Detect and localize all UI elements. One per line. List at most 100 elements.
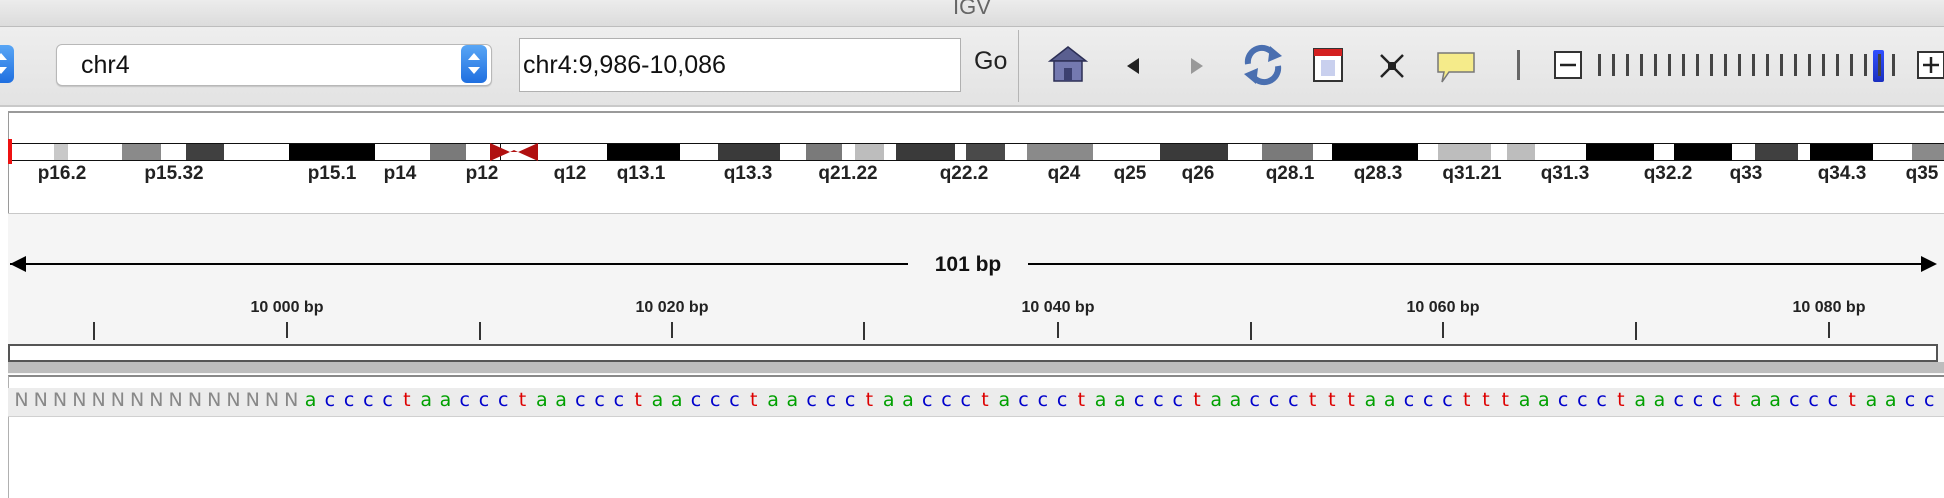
sequence-base: c — [844, 389, 856, 411]
sequence-base: a — [535, 389, 548, 411]
sequence-base: N — [149, 389, 164, 411]
zoom-tick — [1766, 54, 1769, 76]
resize-to-window-icon[interactable] — [1378, 52, 1406, 80]
cytoband-label: q21.22 — [818, 163, 878, 184]
sequence-base: t — [1077, 389, 1086, 411]
zoom-tick — [1724, 54, 1727, 76]
ruler-minor-tick — [479, 322, 481, 340]
sequence-base: a — [767, 389, 779, 411]
sequence-base: a — [1364, 389, 1377, 411]
sequence-base: t — [1482, 389, 1490, 411]
sequence-base: N — [207, 389, 222, 411]
chromosome-select[interactable]: chr4 — [56, 44, 492, 86]
sequence-base: a — [304, 389, 317, 411]
cytoband — [842, 144, 856, 160]
cytoband — [780, 144, 807, 160]
ruler-minor-tick — [1250, 322, 1252, 340]
zoom-tick — [1738, 54, 1741, 76]
sequence-base: N — [110, 389, 125, 411]
cytoband-label: q32.2 — [1643, 163, 1693, 184]
sequence-base: c — [1827, 389, 1839, 411]
sequence-track[interactable]: NNNNNNNNNNNNNNNacccctaaccctaaccctaacccta… — [8, 388, 1944, 417]
home-icon[interactable] — [1046, 44, 1090, 84]
chromosome-select-stepper[interactable] — [461, 45, 487, 83]
sequence-base: N — [33, 389, 48, 411]
cytoband-label: q31.21 — [1442, 163, 1502, 184]
sequence-base: N — [52, 389, 68, 411]
sequence-base: N — [284, 389, 299, 411]
sequence-base: t — [1328, 389, 1336, 411]
go-button[interactable]: Go — [974, 47, 1007, 76]
refresh-icon[interactable] — [1240, 42, 1286, 88]
sequence-base: t — [865, 389, 874, 411]
cytoband — [68, 144, 123, 160]
zoom-tick — [1752, 54, 1755, 76]
cytoband-label: q13.3 — [723, 163, 773, 184]
zoom-tick — [1668, 54, 1671, 76]
sequence-base: c — [1808, 389, 1819, 411]
zoom-tick — [1598, 54, 1601, 76]
cytoband — [1912, 144, 1944, 160]
zoom-tick — [1808, 54, 1811, 76]
sequence-base: c — [613, 389, 625, 411]
cytoband — [1093, 144, 1161, 160]
sequence-base: c — [825, 389, 837, 411]
popup-info-icon[interactable] — [1435, 48, 1477, 86]
zoom-in-icon[interactable] — [1916, 50, 1944, 80]
cytoband — [122, 144, 162, 160]
span-right-arrow-icon — [1921, 256, 1937, 272]
sequence-base: c — [498, 389, 509, 411]
sequence-base: a — [670, 389, 683, 411]
locus-search-input[interactable] — [519, 38, 961, 92]
cytoband — [1160, 144, 1229, 160]
zoom-tick — [1892, 54, 1895, 76]
sequence-base: a — [998, 389, 1011, 411]
cytoband-label: p14 — [383, 163, 417, 184]
zoom-tick — [1780, 54, 1783, 76]
sequence-base: c — [1018, 389, 1029, 411]
sequence-base: c — [343, 389, 355, 411]
panel-divider[interactable] — [8, 362, 1944, 373]
sequence-base: c — [709, 389, 721, 411]
zoom-slider[interactable] — [1598, 50, 1908, 82]
sequence-base: N — [91, 389, 106, 411]
zoom-tick — [1640, 54, 1643, 76]
cytoband-label: q26 — [1181, 163, 1215, 184]
sequence-base: a — [1749, 389, 1762, 411]
genome-select-stepper[interactable] — [0, 45, 14, 83]
cytoband — [806, 144, 843, 160]
sequence-base: c — [1712, 389, 1723, 411]
cytoband — [1438, 144, 1492, 160]
sequence-base: a — [1229, 389, 1242, 411]
sequence-base: c — [575, 389, 586, 411]
cytoband — [186, 144, 225, 160]
cytoband — [855, 144, 885, 160]
cytoband-label: q28.3 — [1353, 163, 1403, 184]
sequence-base: c — [1422, 389, 1434, 411]
cytoband-label: q12 — [553, 163, 587, 184]
chromosome-ideogram[interactable] — [10, 143, 1944, 161]
current-region-marker — [8, 139, 12, 164]
sequence-base: c — [941, 389, 952, 411]
cytoband-label: q13.1 — [616, 163, 666, 184]
cytoband — [1810, 144, 1874, 160]
zoom-tick — [1864, 54, 1867, 76]
sequence-base: c — [324, 389, 336, 411]
sequence-base: t — [1732, 389, 1741, 411]
zoom-out-icon[interactable] — [1553, 50, 1583, 80]
region-of-interest-icon[interactable] — [1311, 46, 1345, 84]
cytoband-label: p15.1 — [307, 163, 357, 184]
zoom-tick — [1626, 54, 1629, 76]
sequence-base: a — [1114, 389, 1126, 411]
forward-arrow-icon[interactable] — [1188, 56, 1206, 76]
sequence-base: a — [1518, 389, 1531, 411]
sequence-base: N — [245, 389, 260, 411]
span-left-arrow-icon — [10, 256, 26, 272]
sequence-base: c — [1692, 389, 1704, 411]
cytoband-label: q34.3 — [1817, 163, 1867, 184]
cytoband — [680, 144, 719, 160]
sequence-base: c — [921, 389, 933, 411]
sequence-base: c — [1904, 389, 1916, 411]
back-arrow-icon[interactable] — [1124, 56, 1142, 76]
ruler-major-tick — [286, 322, 288, 338]
